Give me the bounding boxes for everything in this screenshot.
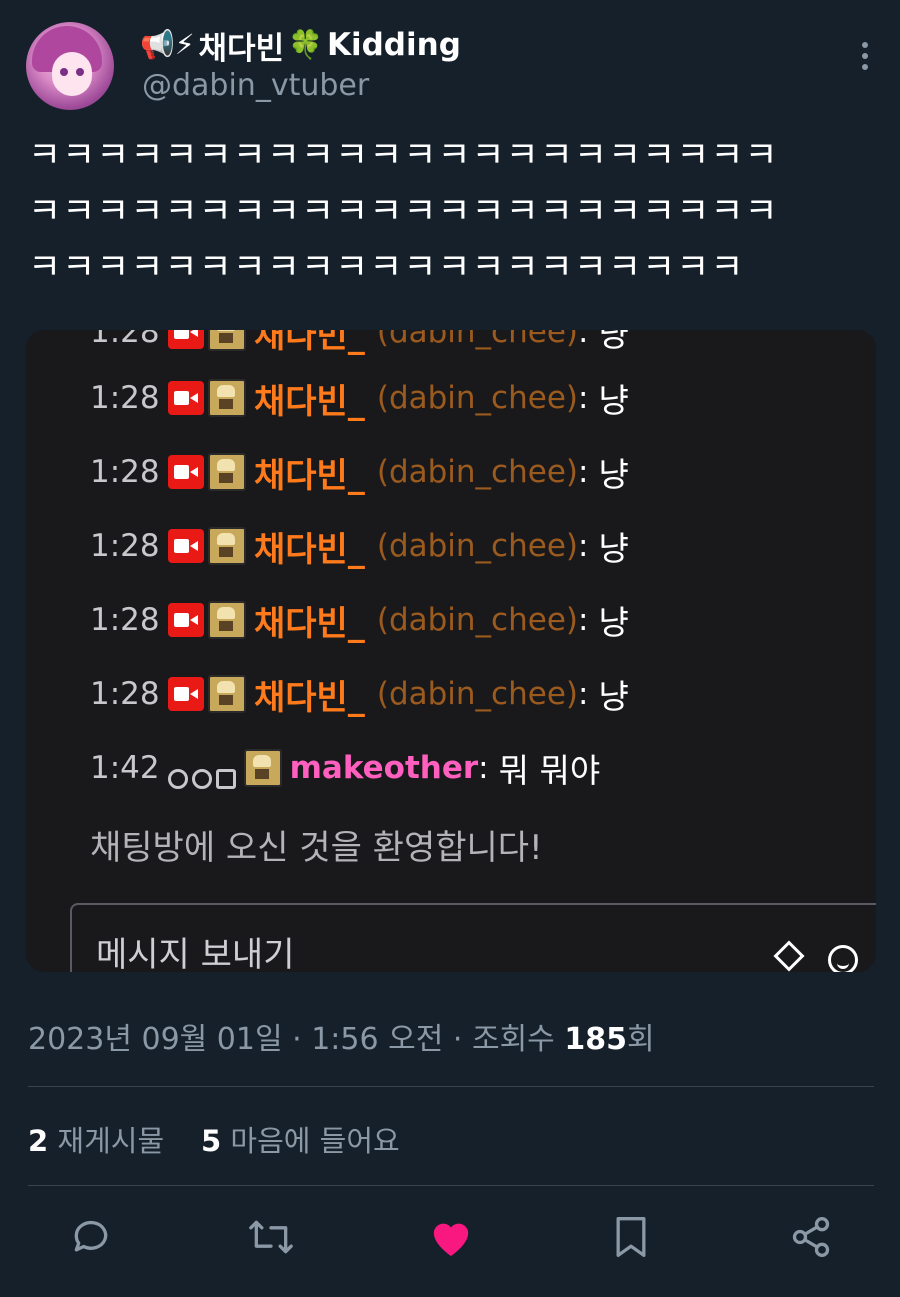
chat-time: 1:28 [90,602,160,638]
chat-message: 1:42 makeother :뭐 뭐야 [90,740,600,796]
chat-text: 냥 [598,381,629,420]
broadcaster-badge-icon [168,603,204,637]
chat-username: 채다빈_ [254,529,365,570]
views-label: 조회수 [471,1022,555,1057]
author-name: 채다빈 [198,30,285,67]
broadcaster-badge-icon [168,455,204,489]
chat-userid: (dabin_chee) [376,454,578,490]
chat-message: 1:28 채다빈_ (dabin_chee) :냥 [90,370,629,426]
author-handle[interactable]: @dabin_vtuber [142,68,369,103]
divider [28,1185,874,1186]
chat-time: 1:42 [90,750,160,786]
chat-username: 채다빈_ [254,455,365,496]
views-count: 185 [564,1022,627,1057]
chat-userid: (dabin_chee) [376,528,578,564]
chat-userid: (dabin_chee) [376,380,578,416]
emote-icon [828,945,858,972]
chat-message-partial: 1:28 채다빈_ (dabin_chee) :냥 [90,330,629,360]
chat-message: 1:28 채다빈_ (dabin_chee) :냥 [90,666,629,722]
author-name-suffix: Kidding [326,27,461,63]
tweet-line: ㅋㅋㅋㅋㅋㅋㅋㅋㅋㅋㅋㅋㅋㅋㅋㅋㅋㅋㅋㅋㅋㅋ [28,191,779,232]
divider [28,1086,874,1087]
like-stat[interactable]: 5 마음에 들어요 [201,1124,400,1158]
subscriber-badge-icon [208,330,246,351]
tweet-meta: 2023년 09월 01일 · 1:56 오전 · 조회수 185회 [28,1022,655,1057]
broadcaster-badge-icon [168,330,204,349]
chat-text: 냥 [598,677,629,716]
broadcaster-badge-icon [168,529,204,563]
chat-text: 뭐 뭐야 [498,751,601,790]
chat-text: 냥 [598,603,629,642]
megaphone-lightning-emoji: 📢⚡ [140,28,195,61]
heart-icon[interactable] [426,1212,476,1262]
chat-time: 1:28 [90,454,160,490]
attached-image[interactable]: 1:28 채다빈_ (dabin_chee) :냥 1:28 채다빈_ (dab… [26,330,876,972]
more-options-icon[interactable] [860,42,870,76]
retweet-stat[interactable]: 2 재게시물 [28,1124,164,1158]
chat-time: 1:28 [90,528,160,564]
broadcaster-badge-icon [168,381,204,415]
timeout-icon [191,769,212,789]
bookmark-icon[interactable] [606,1212,656,1262]
subscriber-badge-icon [208,675,246,713]
tweet-line: ㅋㅋㅋㅋㅋㅋㅋㅋㅋㅋㅋㅋㅋㅋㅋㅋㅋㅋㅋㅋㅋ [28,247,745,288]
subscriber-badge-icon [208,527,246,565]
chat-message: 1:28 채다빈_ (dabin_chee) :냥 [90,444,629,500]
tweet-text: ㅋㅋㅋㅋㅋㅋㅋㅋㅋㅋㅋㅋㅋㅋㅋㅋㅋㅋㅋㅋㅋㅋ ㅋㅋㅋㅋㅋㅋㅋㅋㅋㅋㅋㅋㅋㅋㅋㅋㅋ… [28,128,868,296]
retweet-icon[interactable] [246,1212,296,1262]
subscriber-badge-icon [208,453,246,491]
chat-welcome: 채팅방에 오신 것을 환영합니다! [90,828,543,868]
tweet-stats: 2 재게시물 5 마음에 들어요 [28,1118,400,1160]
chat-message: 1:28 채다빈_ (dabin_chee) :냥 [90,592,629,648]
chat-username: makeother [289,750,479,786]
subscriber-badge-icon [208,601,246,639]
chat-username: 채다빈_ [254,677,365,718]
tweet-header: 📢⚡ 채다빈 🍀 Kidding @dabin_vtuber [26,20,876,112]
chat-input-placeholder: 메시지 보내기 [96,935,295,972]
bits-icon [773,940,805,972]
chat-text: 냥 [598,455,629,494]
tweet-line: ㅋㅋㅋㅋㅋㅋㅋㅋㅋㅋㅋㅋㅋㅋㅋㅋㅋㅋㅋㅋㅋㅋ [28,135,779,176]
chat-time: 1:28 [90,676,160,712]
subscriber-badge-icon [208,379,246,417]
chat-username: 채다빈_ [254,381,365,422]
broadcaster-badge-icon [168,677,204,711]
ban-icon [167,769,188,789]
clover-emoji: 🍀 [288,28,323,61]
chat-username: 채다빈_ [254,603,365,644]
mod-tools [167,769,236,789]
action-bar [0,1212,900,1268]
share-icon[interactable] [786,1212,836,1262]
avatar[interactable] [26,22,114,110]
tweet-date: 2023년 09월 01일 [28,1022,283,1057]
reply-icon[interactable] [66,1212,116,1262]
chat-text: 냥 [598,529,629,568]
chat-message: 1:28 채다빈_ (dabin_chee) :냥 [90,518,629,574]
chat-time: 1:28 [90,380,160,416]
display-name[interactable]: 📢⚡ 채다빈 🍀 Kidding [140,22,461,68]
delete-icon [215,769,236,789]
tweet-time: 1:56 오전 [311,1022,444,1057]
chat-userid: (dabin_chee) [376,676,578,712]
chat-userid: (dabin_chee) [376,602,578,638]
subscriber-badge-icon [243,749,282,787]
chat-input: 메시지 보내기 [70,903,876,972]
